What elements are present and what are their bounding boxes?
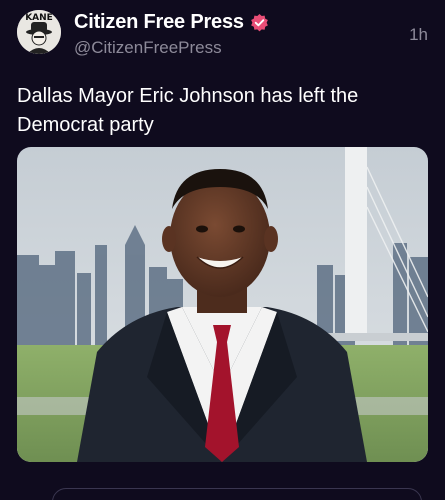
- author-handle[interactable]: @CitizenFreePress: [74, 38, 222, 58]
- post-media-image[interactable]: [17, 147, 428, 462]
- kane-logo-avatar-icon: KANE: [17, 10, 61, 54]
- post-text: Dallas Mayor Eric Johnson has left the D…: [17, 85, 359, 136]
- tweet-card[interactable]: KANE Citizen Free Press @CitizenFreePres…: [0, 0, 445, 500]
- author-name-row: Citizen Free Press: [74, 11, 269, 34]
- reply-input-box[interactable]: [52, 488, 422, 500]
- author-display-name[interactable]: Citizen Free Press: [74, 11, 244, 34]
- verified-badge-icon: [250, 13, 269, 32]
- post-timestamp[interactable]: 1h: [409, 25, 428, 45]
- avatar-logo-text: KANE: [25, 13, 53, 23]
- author-avatar[interactable]: KANE: [17, 10, 61, 54]
- photo-man-in-suit-icon: [17, 147, 428, 462]
